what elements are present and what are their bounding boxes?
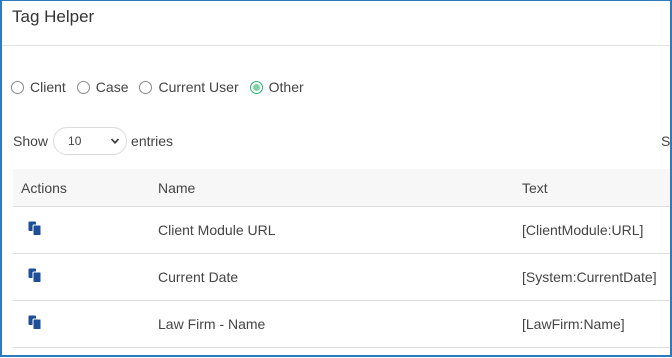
table-row: Client Module URL [ClientModule:URL] xyxy=(13,206,670,254)
col-header-name[interactable]: Name xyxy=(158,169,522,207)
col-header-text[interactable]: Text xyxy=(522,169,670,207)
tags-table: Actions Name Text Client Module URL [Cli… xyxy=(13,169,670,348)
radio-case-label: Case xyxy=(95,79,129,95)
radio-current-user[interactable]: Current User xyxy=(139,79,239,95)
title-divider xyxy=(2,45,670,46)
row-actions xyxy=(13,206,158,254)
radio-other-circle[interactable] xyxy=(249,80,263,94)
radio-other[interactable]: Other xyxy=(249,79,304,95)
row-actions xyxy=(13,300,158,348)
entries-select-value: 10 xyxy=(68,134,82,148)
radio-other-label: Other xyxy=(268,79,304,95)
row-actions xyxy=(13,253,158,301)
radio-client[interactable]: Client xyxy=(11,79,66,95)
radio-current-user-circle[interactable] xyxy=(139,80,153,94)
row-name: Law Firm - Name xyxy=(158,300,522,348)
entries-select[interactable]: 10 xyxy=(53,127,128,155)
row-text: [System:CurrentDate] xyxy=(522,253,670,301)
table-row: Current Date [System:CurrentDate] xyxy=(13,253,670,301)
show-label: Show xyxy=(13,133,49,149)
radio-client-label: Client xyxy=(30,79,66,95)
radio-client-circle[interactable] xyxy=(11,80,24,94)
tag-category-radio-group: Client Case Current User Other xyxy=(11,79,315,95)
row-text: [ClientModule:URL] xyxy=(522,206,670,254)
table-row: Law Firm - Name [LawFirm:Name] xyxy=(13,300,670,348)
row-text: [LawFirm:Name] xyxy=(522,300,670,348)
copy-icon[interactable] xyxy=(28,315,42,333)
entries-length-control: Show 10 entries xyxy=(13,127,173,155)
row-name: Client Module URL xyxy=(158,206,522,254)
chevron-down-icon xyxy=(110,138,120,144)
copy-icon[interactable] xyxy=(28,221,42,239)
row-name: Current Date xyxy=(158,253,522,301)
radio-case-circle[interactable] xyxy=(76,80,90,94)
copy-icon[interactable] xyxy=(28,268,42,286)
search-label: S xyxy=(661,133,671,149)
tag-helper-modal: Tag Helper Client Case Current User Othe… xyxy=(0,0,672,357)
radio-case[interactable]: Case xyxy=(76,79,129,95)
col-header-actions[interactable]: Actions xyxy=(13,169,158,207)
radio-current-user-label: Current User xyxy=(158,79,239,95)
table-header-row: Actions Name Text xyxy=(13,169,670,207)
entries-label: entries xyxy=(131,133,174,149)
modal-title: Tag Helper xyxy=(12,7,95,26)
